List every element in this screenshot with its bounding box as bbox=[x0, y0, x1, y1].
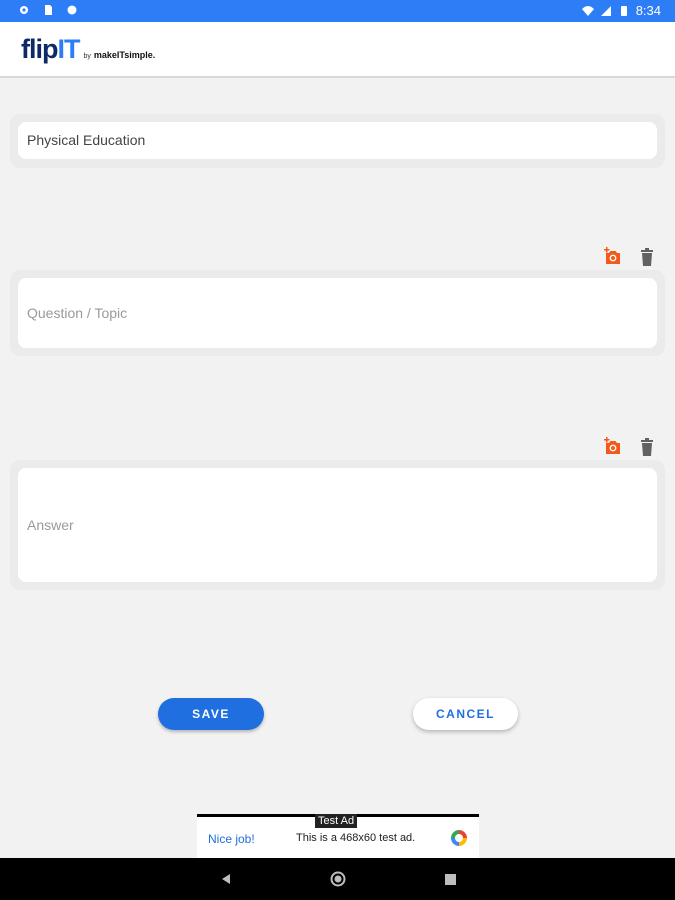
question-actions bbox=[603, 247, 657, 267]
answer-card: Answer bbox=[10, 460, 665, 590]
answer-field[interactable]: Answer bbox=[18, 468, 657, 582]
wifi-icon bbox=[581, 5, 594, 16]
ad-headline[interactable]: Nice job! bbox=[208, 832, 255, 846]
save-button[interactable]: SAVE bbox=[158, 698, 264, 730]
title-field[interactable]: Physical Education bbox=[18, 122, 657, 159]
cancel-button[interactable]: CANCEL bbox=[413, 698, 518, 730]
circle-icon bbox=[67, 5, 77, 15]
status-time: 8:34 bbox=[635, 3, 661, 18]
ad-logo-icon bbox=[451, 830, 467, 846]
app-logo: flipIT by makeITsimple. bbox=[21, 34, 155, 65]
app-header: flipIT by makeITsimple. bbox=[0, 22, 675, 78]
trash-icon[interactable] bbox=[637, 437, 657, 457]
ad-text: This is a 468x60 test ad. bbox=[296, 832, 416, 844]
home-icon[interactable] bbox=[330, 871, 346, 887]
question-field[interactable]: Question / Topic bbox=[18, 278, 657, 348]
status-bar: 8:34 bbox=[0, 0, 675, 22]
add-photo-icon[interactable] bbox=[603, 247, 623, 267]
logo-main-text: flipIT bbox=[21, 34, 81, 64]
ad-banner[interactable]: Test Ad Nice job! This is a 468x60 test … bbox=[197, 814, 479, 858]
answer-actions bbox=[603, 437, 657, 457]
question-card: Question / Topic bbox=[10, 270, 665, 356]
trash-icon[interactable] bbox=[637, 247, 657, 267]
title-card: Physical Education bbox=[10, 114, 665, 168]
gear-icon bbox=[20, 6, 28, 14]
logo-accent-text: IT bbox=[57, 34, 81, 64]
sd-card-icon bbox=[45, 5, 52, 15]
signal-icon bbox=[600, 5, 611, 16]
recents-icon[interactable] bbox=[445, 874, 456, 885]
ad-label: Test Ad bbox=[315, 814, 358, 828]
logo-sub-text: makeITsimple. bbox=[93, 50, 156, 60]
add-photo-icon[interactable] bbox=[603, 437, 623, 457]
back-icon[interactable] bbox=[220, 873, 232, 885]
battery-icon bbox=[620, 5, 627, 16]
system-nav-bar bbox=[0, 858, 675, 900]
logo-by-text: by bbox=[83, 53, 91, 60]
